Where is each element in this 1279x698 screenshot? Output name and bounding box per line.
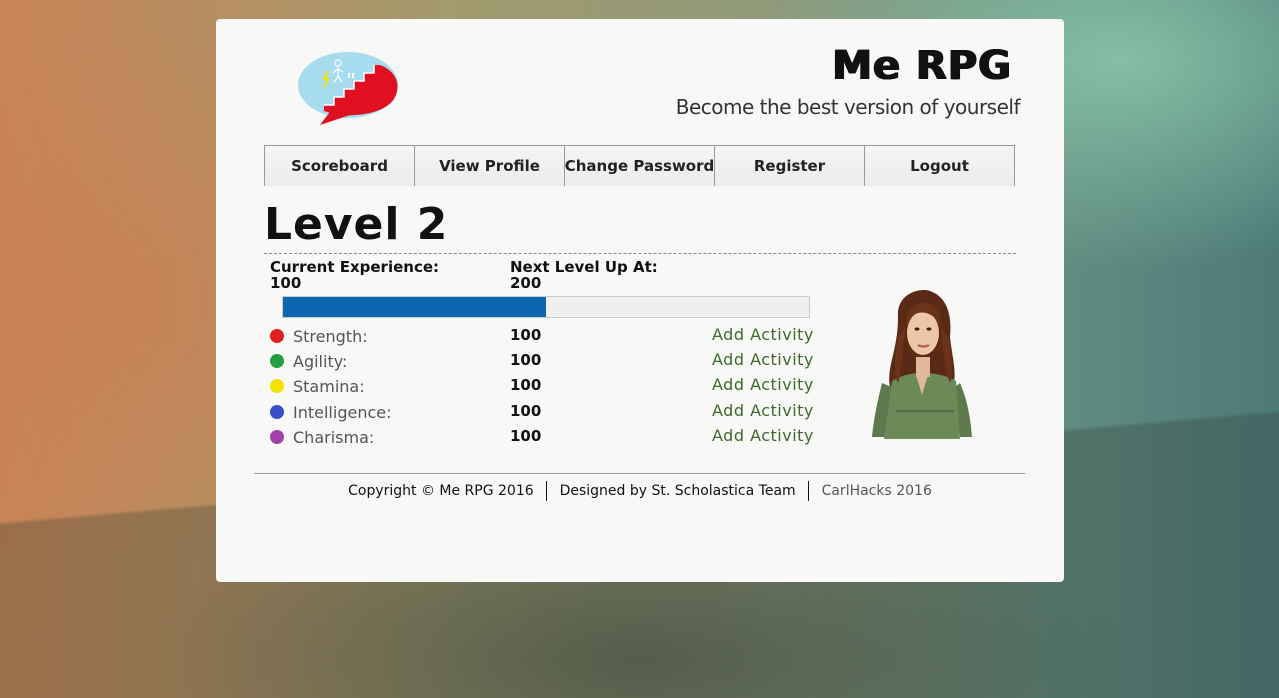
current-experience-label: Current Experience: — [270, 258, 440, 276]
stat-name: Agility: — [293, 352, 348, 371]
character-avatar — [872, 290, 972, 439]
carlhacks-link[interactable]: CarlHacks 2016 — [822, 483, 932, 499]
divider — [264, 253, 1016, 254]
next-level: Next Level Up At: 200 — [510, 259, 658, 291]
intelligence-dot-icon — [270, 405, 284, 419]
footer-divider — [254, 473, 1025, 474]
add-activity-agility-link[interactable]: Add Activity — [712, 350, 814, 369]
app-tagline: Become the best version of yourself — [675, 95, 1021, 119]
next-level-label: Next Level Up At: — [510, 258, 658, 276]
stat-row-stamina: Stamina: 100 Add Activity — [270, 375, 830, 397]
main-nav: Scoreboard View Profile Change Password … — [264, 145, 1015, 186]
experience-progress-fill — [283, 297, 546, 317]
footer-separator — [808, 481, 810, 501]
nav-change-password[interactable]: Change Password — [565, 146, 715, 186]
nav-scoreboard[interactable]: Scoreboard — [265, 146, 415, 186]
stat-value: 100 — [510, 427, 542, 445]
nav-logout[interactable]: Logout — [865, 146, 1015, 186]
current-experience: Current Experience: 100 — [270, 259, 439, 291]
footer: Copyright © Me RPG 2016 Designed by St. … — [216, 481, 1064, 501]
add-activity-strength-link[interactable]: Add Activity — [712, 325, 814, 344]
add-activity-charisma-link[interactable]: Add Activity — [712, 426, 814, 445]
footer-separator — [546, 481, 548, 501]
nav-view-profile[interactable]: View Profile — [415, 146, 565, 186]
nav-register[interactable]: Register — [715, 146, 865, 186]
stat-value: 100 — [510, 351, 542, 369]
stat-value: 100 — [510, 402, 542, 420]
current-experience-value: 100 — [270, 274, 302, 292]
stairs-logo-icon — [298, 52, 398, 125]
app-title: Me RPG — [832, 43, 1012, 89]
stat-name: Intelligence: — [293, 403, 392, 422]
stat-value: 100 — [510, 376, 542, 394]
stat-row-agility: Agility: 100 Add Activity — [270, 350, 830, 372]
strength-dot-icon — [270, 329, 284, 343]
next-level-value: 200 — [510, 274, 542, 292]
stat-row-charisma: Charisma: 100 Add Activity — [270, 426, 830, 448]
stat-row-intelligence: Intelligence: 100 Add Activity — [270, 401, 830, 423]
footer-copyright: Copyright © Me RPG 2016 — [348, 483, 534, 499]
charisma-dot-icon — [270, 430, 284, 444]
stat-name: Strength: — [293, 327, 368, 346]
add-activity-stamina-link[interactable]: Add Activity — [712, 375, 814, 394]
level-title: Level 2 — [264, 199, 449, 250]
stat-name: Stamina: — [293, 377, 365, 396]
footer-designed-by: Designed by St. Scholastica Team — [559, 483, 796, 499]
stat-row-strength: Strength: 100 Add Activity — [270, 325, 830, 347]
add-activity-intelligence-link[interactable]: Add Activity — [712, 401, 814, 420]
stat-name: Charisma: — [293, 428, 375, 447]
experience-progress-bar — [282, 296, 810, 318]
main-card: Me RPG Become the best version of yourse… — [216, 19, 1064, 582]
stamina-dot-icon — [270, 379, 284, 393]
stat-value: 100 — [510, 326, 542, 344]
agility-dot-icon — [270, 354, 284, 368]
